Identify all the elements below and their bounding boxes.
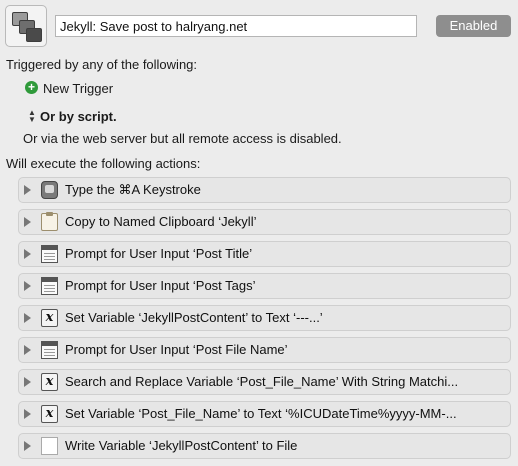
disclosure-triangle-icon[interactable]: [24, 249, 31, 259]
actions-heading: Will execute the following actions:: [6, 156, 201, 171]
action-label: Set Variable ‘JekyllPostContent’ to Text…: [65, 310, 323, 325]
action-label: Copy to Named Clipboard ‘Jekyll’: [65, 214, 257, 229]
disclosure-triangle-icon[interactable]: [24, 377, 31, 387]
window-stack-icon-layer: [26, 28, 42, 42]
action-row[interactable]: Copy to Named Clipboard ‘Jekyll’: [18, 209, 511, 235]
action-label: Prompt for User Input ‘Post File Name’: [65, 342, 288, 357]
add-circle-icon[interactable]: +: [25, 81, 38, 94]
action-label: Set Variable ‘Post_File_Name’ to Text ‘%…: [65, 406, 457, 421]
disclosure-triangle-icon[interactable]: [24, 217, 31, 227]
prompt-window-icon: [41, 277, 58, 295]
action-label: Prompt for User Input ‘Post Title’: [65, 246, 253, 261]
variable-icon: x: [41, 405, 58, 423]
disclosure-triangle-icon[interactable]: [24, 185, 31, 195]
action-label: Prompt for User Input ‘Post Tags’: [65, 278, 256, 293]
macro-icon[interactable]: [5, 5, 47, 47]
action-label: Write Variable ‘JekyllPostContent’ to Fi…: [65, 438, 298, 453]
file-icon: [41, 437, 58, 455]
action-row[interactable]: x Set Variable ‘Post_File_Name’ to Text …: [18, 401, 511, 427]
macro-name-input[interactable]: [55, 15, 417, 37]
action-row[interactable]: Prompt for User Input ‘Post Tags’: [18, 273, 511, 299]
disclosure-triangle-icon[interactable]: [24, 313, 31, 323]
action-row[interactable]: Prompt for User Input ‘Post Title’: [18, 241, 511, 267]
or-by-script-toggle[interactable]: Or by script.: [40, 109, 117, 124]
web-server-note: Or via the web server but all remote acc…: [23, 131, 342, 146]
action-label: Search and Replace Variable ‘Post_File_N…: [65, 374, 459, 389]
prompt-window-icon: [41, 245, 58, 263]
enabled-button[interactable]: Enabled: [436, 15, 511, 37]
keystroke-icon: [41, 181, 58, 199]
action-label: Type the ⌘A Keystroke: [65, 182, 201, 197]
prompt-window-icon: [41, 341, 58, 359]
action-row[interactable]: Prompt for User Input ‘Post File Name’: [18, 337, 511, 363]
clipboard-icon: [41, 212, 58, 231]
variable-icon: x: [41, 309, 58, 327]
action-row[interactable]: x Set Variable ‘JekyllPostContent’ to Te…: [18, 305, 511, 331]
new-trigger-link[interactable]: New Trigger: [43, 81, 113, 96]
disclosure-triangle-icon[interactable]: [24, 441, 31, 451]
disclosure-triangle-icon[interactable]: [24, 281, 31, 291]
up-down-chevron-icon[interactable]: ▲ ▼: [28, 109, 36, 124]
action-row[interactable]: Type the ⌘A Keystroke: [18, 177, 511, 203]
triggers-heading: Triggered by any of the following:: [6, 57, 198, 72]
action-row[interactable]: Write Variable ‘JekyllPostContent’ to Fi…: [18, 433, 511, 459]
disclosure-triangle-icon[interactable]: [24, 345, 31, 355]
variable-icon: x: [41, 373, 58, 391]
disclosure-triangle-icon[interactable]: [24, 409, 31, 419]
action-row[interactable]: x Search and Replace Variable ‘Post_File…: [18, 369, 511, 395]
